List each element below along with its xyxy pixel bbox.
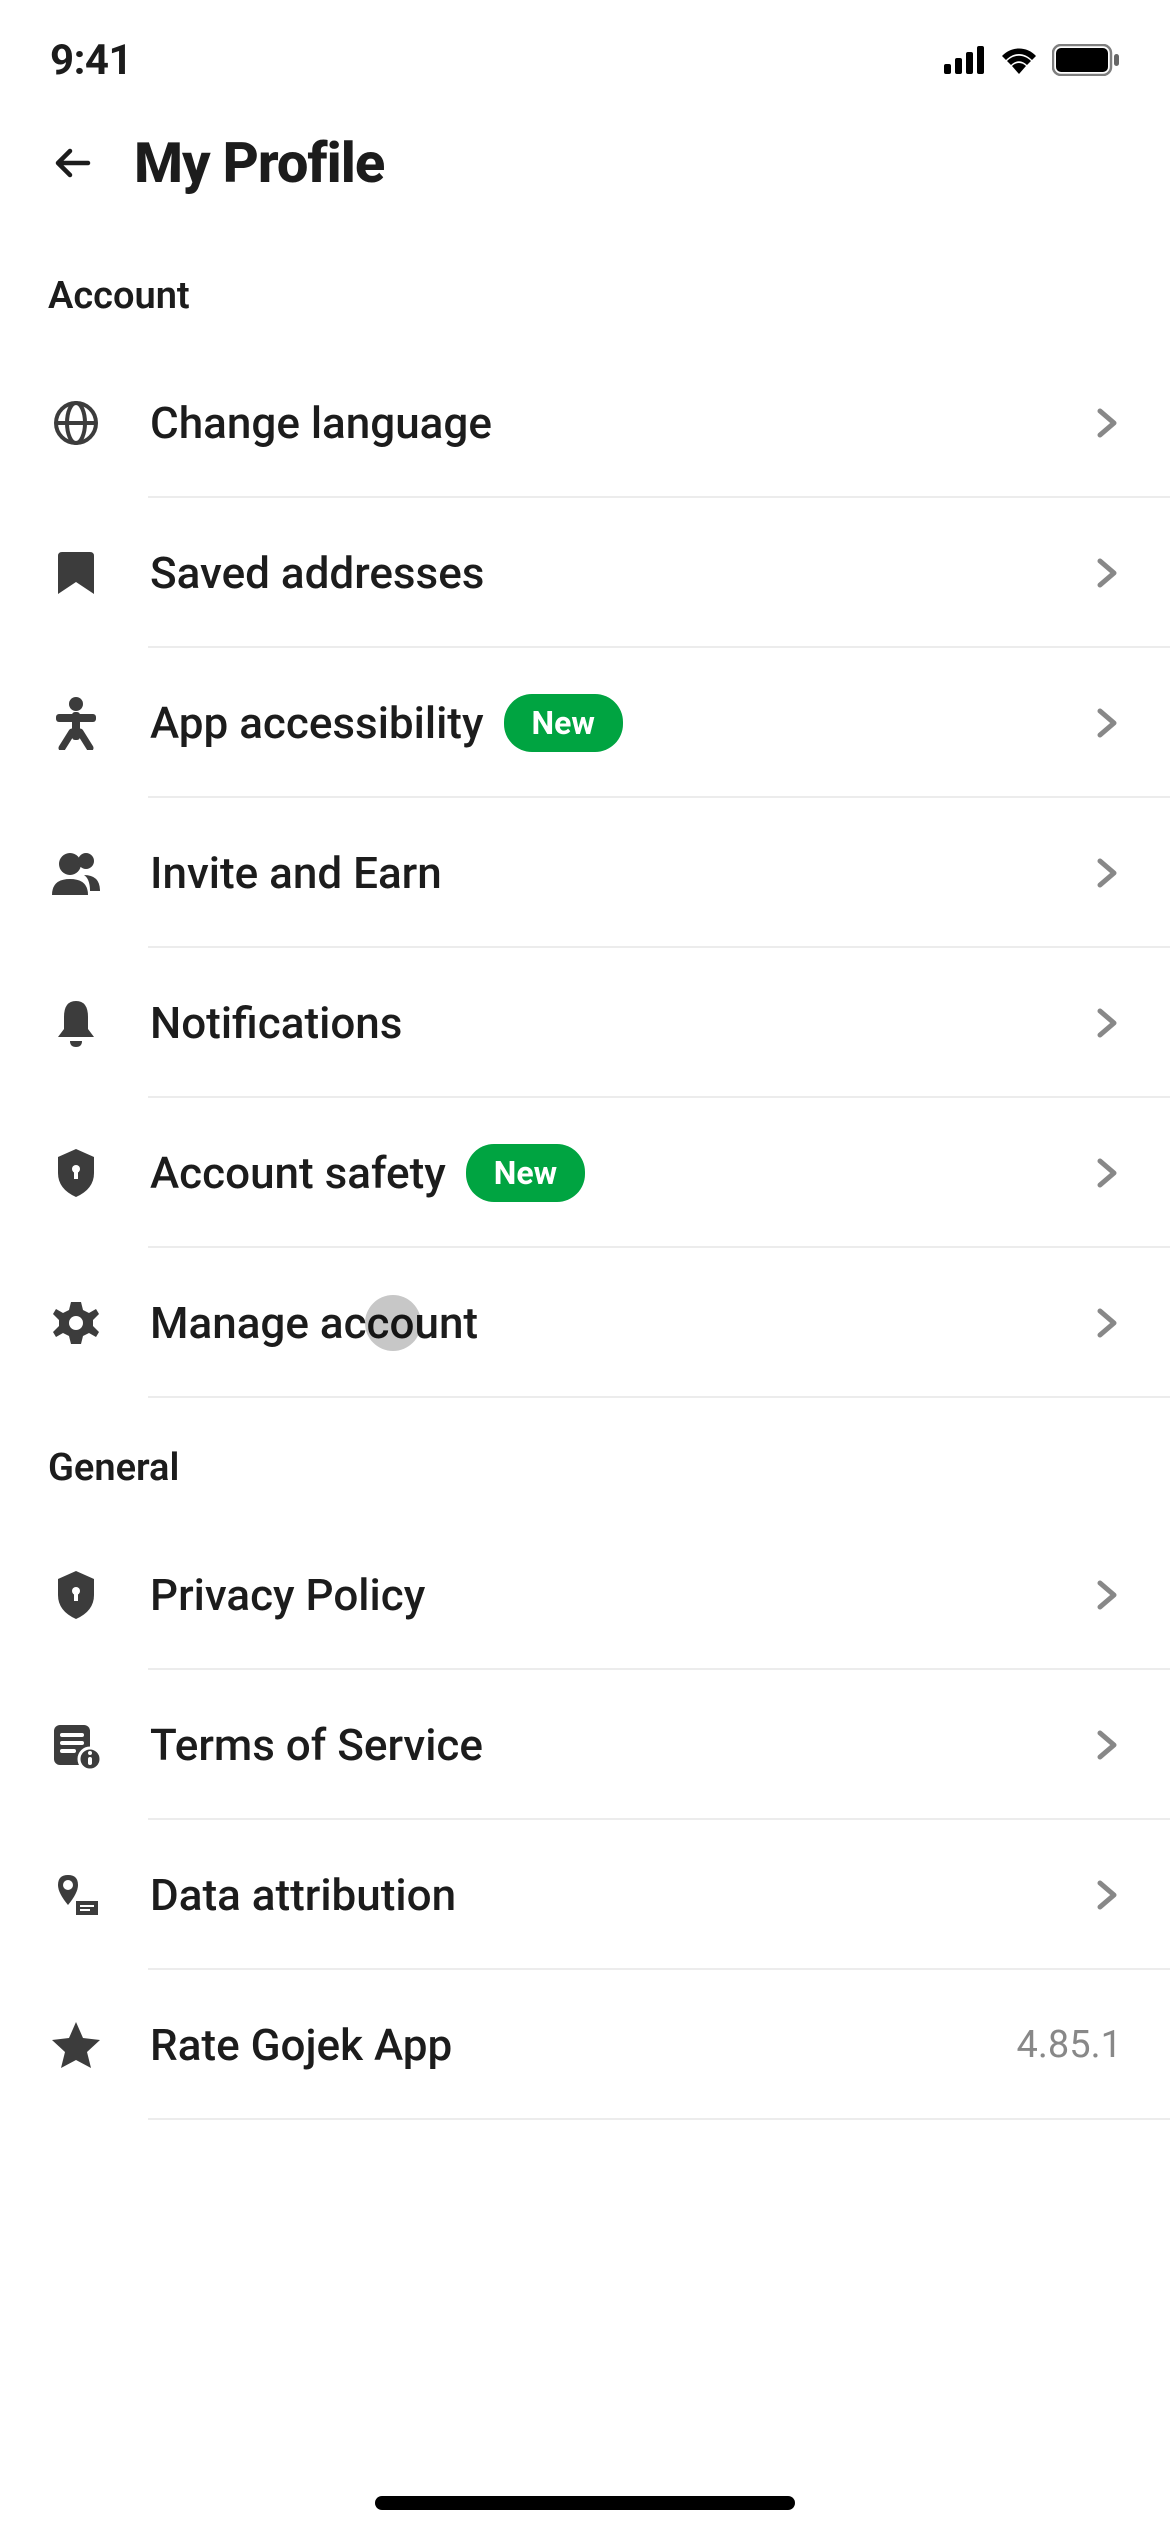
new-badge: New	[466, 1144, 585, 1202]
location-data-icon	[48, 1867, 104, 1923]
chevron-right-icon	[1092, 1308, 1122, 1338]
app-version: 4.85.1	[1017, 2023, 1122, 2067]
item-label: Notifications	[150, 997, 402, 1049]
shield-icon	[48, 1145, 104, 1201]
battery-icon	[1052, 44, 1120, 76]
star-icon	[48, 2017, 104, 2073]
general-list: Privacy Policy Terms of Service	[0, 1520, 1170, 2120]
status-time: 9:41	[50, 36, 132, 85]
chevron-right-icon	[1092, 858, 1122, 888]
item-label: Data attribution	[150, 1869, 456, 1921]
chevron-right-icon	[1092, 1158, 1122, 1188]
list-item-notifications[interactable]: Notifications	[0, 948, 1170, 1098]
item-label: Account safety	[150, 1147, 446, 1199]
list-item-privacy-policy[interactable]: Privacy Policy	[0, 1520, 1170, 1670]
item-label: Saved addresses	[150, 547, 484, 599]
section-header-general: General	[0, 1398, 1170, 1520]
item-label: Rate Gojek App	[150, 2019, 452, 2071]
wifi-icon	[1000, 46, 1038, 74]
list-item-saved-addresses[interactable]: Saved addresses	[0, 498, 1170, 648]
list-item-data-attribution[interactable]: Data attribution	[0, 1820, 1170, 1970]
chevron-right-icon	[1092, 1880, 1122, 1910]
item-label: Terms of Service	[150, 1719, 483, 1771]
cellular-signal-icon	[944, 46, 986, 74]
list-item-invite-earn[interactable]: Invite and Earn	[0, 798, 1170, 948]
chevron-right-icon	[1092, 1730, 1122, 1760]
back-button[interactable]	[50, 139, 98, 187]
chevron-right-icon	[1092, 408, 1122, 438]
item-label: Manage account	[150, 1297, 478, 1349]
new-badge: New	[504, 694, 623, 752]
globe-icon	[48, 395, 104, 451]
arrow-left-icon	[50, 139, 98, 187]
gear-icon	[48, 1295, 104, 1351]
list-item-terms-of-service[interactable]: Terms of Service	[0, 1670, 1170, 1820]
document-info-icon	[48, 1717, 104, 1773]
list-item-rate-app[interactable]: Rate Gojek App 4.85.1	[0, 1970, 1170, 2120]
bookmark-icon	[48, 545, 104, 601]
chevron-right-icon	[1092, 708, 1122, 738]
status-bar: 9:41	[0, 0, 1170, 100]
item-label: Invite and Earn	[150, 847, 442, 899]
home-indicator[interactable]	[375, 2496, 795, 2510]
item-label: App accessibility	[150, 697, 484, 749]
page-title: My Profile	[134, 130, 384, 196]
chevron-right-icon	[1092, 558, 1122, 588]
account-list: Change language Saved addresses	[0, 348, 1170, 1398]
chevron-right-icon	[1092, 1008, 1122, 1038]
people-icon	[48, 845, 104, 901]
shield-icon	[48, 1567, 104, 1623]
list-item-manage-account[interactable]: Manage account	[0, 1248, 1170, 1398]
section-header-account: Account	[0, 226, 1170, 348]
list-item-app-accessibility[interactable]: App accessibility New	[0, 648, 1170, 798]
chevron-right-icon	[1092, 1580, 1122, 1610]
list-item-change-language[interactable]: Change language	[0, 348, 1170, 498]
item-label: Privacy Policy	[150, 1569, 425, 1621]
bell-icon	[48, 995, 104, 1051]
accessibility-icon	[48, 695, 104, 751]
status-icons	[944, 44, 1120, 76]
list-item-account-safety[interactable]: Account safety New	[0, 1098, 1170, 1248]
item-label: Change language	[150, 397, 492, 449]
header: My Profile	[0, 100, 1170, 226]
